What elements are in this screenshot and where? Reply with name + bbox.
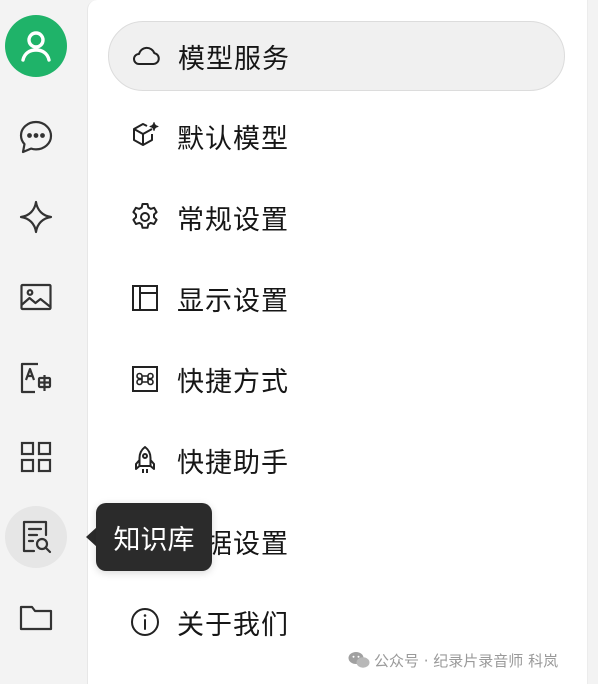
info-icon <box>131 608 159 636</box>
translate-icon <box>20 362 52 394</box>
avatar[interactable] <box>5 15 67 77</box>
menu-item-label: 默认模型 <box>177 123 289 155</box>
folder-icon <box>19 605 53 631</box>
image-icon <box>20 283 52 311</box>
sidebar-translate-button[interactable] <box>5 347 67 409</box>
gear-icon <box>132 203 158 229</box>
wechat-icon <box>348 652 370 668</box>
menu-item-label: 显示设置 <box>177 285 289 317</box>
menu-item-shortcuts[interactable]: 快捷方式 <box>108 344 565 414</box>
command-key-icon <box>132 366 158 392</box>
chat-icon <box>19 120 53 154</box>
knowledge-base-icon <box>22 520 52 554</box>
menu-item-quick-assistant[interactable]: 快捷助手 <box>108 425 565 495</box>
watermark: 公众号 · 纪录片录音师 科岚 <box>348 649 558 671</box>
menu-item-label: 快捷助手 <box>177 447 289 479</box>
menu-item-model-service[interactable]: 模型服务 <box>108 21 565 91</box>
tooltip: 知识库 <box>96 503 212 571</box>
menu-item-display-settings[interactable]: 显示设置 <box>108 263 565 333</box>
layout-icon <box>132 285 158 311</box>
sidebar-rail <box>0 0 87 684</box>
sidebar-agents-button[interactable] <box>5 186 67 248</box>
cube-sparkle-icon <box>133 122 159 146</box>
watermark-text: 公众号 · 纪录片录音师 科岚 <box>374 651 559 670</box>
menu-item-general-settings[interactable]: 常规设置 <box>108 182 565 252</box>
apps-grid-icon <box>20 441 52 473</box>
sidebar-files-button[interactable] <box>5 586 67 648</box>
menu-item-label: 常规设置 <box>177 204 289 236</box>
sidebar-apps-button[interactable] <box>5 426 67 488</box>
rocket-icon <box>135 446 155 473</box>
menu-item-label: 模型服务 <box>178 43 290 75</box>
cloud-icon <box>133 46 160 65</box>
sidebar-chat-button[interactable] <box>5 106 67 168</box>
sidebar-knowledge-button[interactable] <box>5 506 67 568</box>
menu-item-label: 关于我们 <box>177 609 289 641</box>
menu-item-label: 快捷方式 <box>177 366 289 398</box>
user-icon <box>21 31 51 62</box>
sidebar-image-button[interactable] <box>5 266 67 328</box>
sparkle-icon <box>19 200 53 234</box>
menu-item-default-model[interactable]: 默认模型 <box>108 101 565 171</box>
settings-menu-panel: 模型服务 默认模型 常规设置 显示设置 快捷方式 快捷助手 数据设置 关于我们 <box>87 0 588 684</box>
menu-item-about[interactable]: 关于我们 <box>108 587 565 657</box>
